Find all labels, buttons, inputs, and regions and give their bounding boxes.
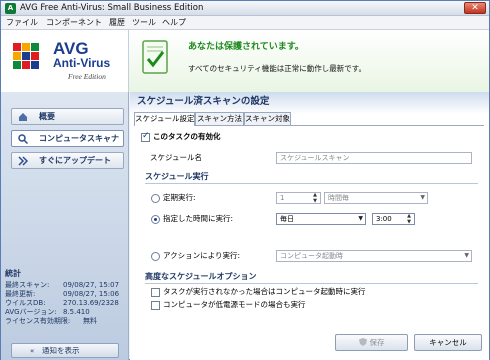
specific-time-stepper[interactable]: 3:00 ▲ ▼: [372, 213, 415, 225]
stat-key: 最終更新:: [5, 290, 36, 298]
page-title: スケジュール済スキャンの設定: [137, 96, 270, 107]
action-label: アクションにより実行:: [163, 251, 241, 260]
menu-help[interactable]: ヘルプ: [162, 17, 186, 29]
menu-components[interactable]: コンポーネント: [46, 17, 102, 29]
periodic-interval-value: 1: [280, 194, 285, 202]
show-notification-label: 通知を表示: [42, 346, 80, 355]
section-divider: [145, 183, 478, 184]
enable-task-checkbox[interactable]: [141, 131, 150, 142]
status-banner: あなたは保護されています。 すべてのセキュリティ機能は正常に動作し最新です。: [129, 30, 489, 92]
chevron-down-icon: ▼: [464, 252, 469, 259]
nav-overview[interactable]: 概要: [11, 108, 124, 125]
action-select[interactable]: コンピュータ起動時 ▼: [276, 250, 472, 262]
app-window: A AVG Free Anti-Virus: Small Business Ed…: [0, 0, 490, 360]
periodic-unit-value: 時間毎: [328, 194, 349, 202]
shield-icon: [358, 338, 367, 346]
logo-product: Anti-Virus: [53, 56, 111, 70]
stat-row: ウイルスDB: 270.13.69/2328: [5, 299, 127, 308]
main-panel: スケジュール済スキャンの設定 スケジュール設定 スキャン方法 スキャン対象 この…: [130, 92, 489, 360]
tab-schedule-settings[interactable]: スケジュール設定: [134, 112, 195, 126]
stat-value: 270.13.69/2328: [63, 299, 119, 307]
stat-key: ライセンス有効期限:: [5, 317, 71, 325]
spin-arrows-icon[interactable]: ▲ ▼: [311, 193, 319, 203]
double-chevron-left-icon: «: [30, 347, 35, 355]
stat-value: 09/08/27, 15:07: [63, 281, 120, 289]
avg-logo-icon: [13, 43, 39, 69]
periodic-unit-select[interactable]: 時間毎 ▼: [324, 192, 428, 204]
specific-frequency-value: 毎日: [280, 215, 294, 223]
stat-value: 8.5.410: [63, 308, 90, 316]
specific-frequency-select[interactable]: 毎日 ▼: [276, 213, 366, 225]
nav-update-now-label: すぐにアップデート: [39, 156, 111, 165]
schedule-name-label: スケジュール名: [150, 153, 202, 162]
menu-file[interactable]: ファイル: [6, 17, 38, 29]
schedule-run-heading: スケジュール実行: [145, 172, 209, 181]
logo-area: AVG Anti-Virus Free Edition: [1, 30, 129, 92]
periodic-radio[interactable]: [151, 194, 160, 203]
stat-value: 無料: [83, 317, 97, 325]
nav-computer-scanner[interactable]: コンピュータスキャナ: [11, 130, 124, 147]
specific-time-value: 3:00: [376, 215, 392, 223]
periodic-interval-stepper[interactable]: 1 ▲ ▼: [276, 192, 321, 204]
title-bar[interactable]: A AVG Free Anti-Virus: Small Business Ed…: [1, 1, 489, 16]
cancel-button[interactable]: キャンセル: [414, 334, 482, 351]
logo-edition: Free Edition: [68, 72, 106, 81]
menu-tools[interactable]: ツール: [132, 17, 156, 29]
tab-scan-target[interactable]: スキャン対象: [244, 112, 291, 125]
chevron-down-icon: ▼: [420, 194, 425, 201]
statistics-panel: 統計 最終スキャン: 09/08/27, 15:07 最終更新: 09/08/2…: [5, 269, 127, 326]
stat-row: 最終スキャン: 09/08/27, 15:07: [5, 281, 127, 290]
cancel-button-label: キャンセル: [429, 338, 467, 347]
menu-bar: ファイル コンポーネント 履歴 ツール ヘルプ: [1, 16, 489, 30]
statistics-title: 統計: [5, 269, 21, 278]
menu-history[interactable]: 履歴: [109, 17, 125, 29]
stat-key: AVGバージョン:: [5, 308, 57, 316]
nav-update-now[interactable]: すぐにアップデート: [11, 152, 124, 169]
action-value: コンピュータ起動時: [280, 252, 343, 260]
stat-row: 最終更新: 09/08/27, 15:06: [5, 290, 127, 299]
run-on-startup-if-missed-checkbox[interactable]: [151, 288, 160, 297]
spin-arrows-icon[interactable]: ▲ ▼: [405, 214, 413, 224]
stat-key: ウイルスDB:: [5, 299, 46, 307]
avg-app-icon: A: [5, 3, 16, 14]
status-description: すべてのセキュリティ機能は正常に動作し最新です。: [188, 64, 366, 73]
close-button[interactable]: ✕: [464, 2, 486, 14]
nav-overview-label: 概要: [39, 112, 55, 121]
schedule-name-input[interactable]: スケジュールスキャン: [276, 152, 472, 164]
stat-value: 09/08/27, 15:06: [63, 290, 120, 298]
save-button-label: 保存: [369, 338, 385, 347]
house-icon: [19, 113, 27, 121]
status-title: あなたは保護されています。: [188, 42, 304, 52]
chevron-down-icon: ▼: [358, 215, 363, 222]
protected-check-icon: [142, 40, 168, 74]
section-divider: [145, 283, 478, 284]
action-radio[interactable]: [151, 252, 160, 261]
stat-key: 最終スキャン:: [5, 281, 50, 289]
specific-time-label: 指定した時間に実行:: [163, 214, 234, 223]
run-on-startup-if-missed-label: タスクが実行されなかった場合はコンピュータ起動時に実行: [163, 287, 366, 296]
advanced-options-heading: 高度なスケジュールオプション: [145, 272, 257, 281]
double-chevron-icon: [18, 156, 28, 166]
periodic-label: 定期実行:: [163, 193, 196, 202]
window-title: AVG Free Anti-Virus: Small Business Edit…: [20, 3, 204, 13]
stat-row: AVGバージョン: 8.5.410: [5, 308, 127, 317]
show-notification-button[interactable]: « 通知を表示: [11, 343, 119, 358]
stat-row: ライセンス有効期限: 無料: [5, 317, 127, 326]
enable-task-label: このタスクの有効化: [153, 132, 221, 141]
run-on-low-power-checkbox[interactable]: [151, 301, 160, 310]
tab-scan-method[interactable]: スキャン方法: [195, 112, 244, 125]
nav-computer-scanner-label: コンピュータスキャナ: [39, 134, 119, 143]
specific-time-radio[interactable]: [151, 215, 160, 224]
run-on-low-power-label: コンピュータが低電源モードの場合も実行: [163, 300, 306, 309]
save-button[interactable]: 保存: [335, 334, 408, 351]
magnifier-icon: [18, 134, 28, 144]
